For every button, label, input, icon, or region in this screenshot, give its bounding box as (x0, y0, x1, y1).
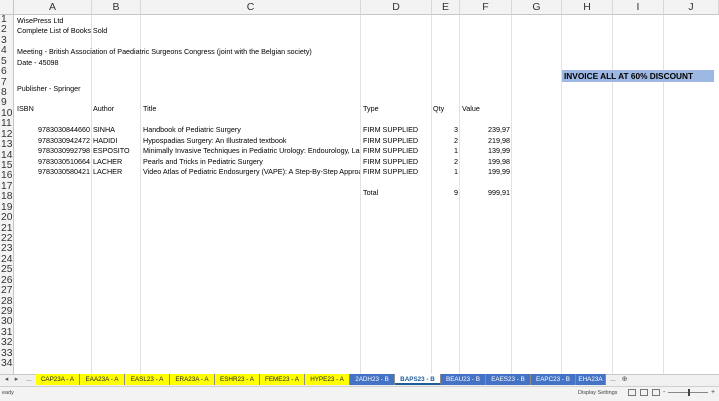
book-value: 219,98 (488, 135, 510, 145)
row-header-20[interactable]: 20 (0, 212, 14, 223)
book-type: FIRM SUPPLIED (363, 167, 419, 176)
column-header-b[interactable]: B (92, 0, 141, 15)
book-title: Hypospadias Surgery: An Illustrated text… (143, 135, 287, 145)
page-break-view-icon[interactable] (652, 389, 660, 396)
book-value: 139,99 (488, 146, 510, 156)
prev-sheet-button[interactable]: ◂ (2, 374, 11, 386)
book-qty: 2 (454, 156, 458, 166)
select-all-corner[interactable] (0, 0, 14, 15)
row-header-6[interactable]: 6 (0, 66, 14, 77)
author-header: Author (93, 104, 115, 114)
book-isbn: 9783030510664 (38, 156, 90, 166)
column-header-h[interactable]: H (562, 0, 613, 15)
column-header-j[interactable]: J (664, 0, 719, 15)
sheet-tab[interactable]: FEME23 - A (260, 374, 305, 385)
zoom-slider-thumb[interactable] (688, 389, 690, 396)
zoom-in-button[interactable]: + (711, 386, 715, 400)
row-header-34[interactable]: 34 (0, 358, 14, 369)
column-header-c[interactable]: C (141, 0, 361, 15)
title-header: Title (143, 104, 157, 114)
total-value: 999,91 (488, 187, 510, 197)
book-qty: 1 (454, 146, 458, 156)
book-author: ESPOSITO (93, 146, 130, 156)
book-type: FIRM SUPPLIED (363, 146, 419, 156)
sheet-tab[interactable]: ESHR23 - A (215, 374, 260, 385)
book-type: FIRM SUPPLIED (363, 125, 419, 135)
add-sheet-button[interactable]: ⊕ (620, 374, 629, 386)
sheet-tab[interactable]: EAA23A - A (80, 374, 125, 385)
book-author: LACHER (93, 156, 123, 166)
sheet-tab[interactable]: EAPC23 - B (531, 374, 576, 385)
book-isbn: 9783030580421 (38, 167, 90, 176)
meeting-date: Date - 45098 (17, 57, 59, 67)
next-sheet-button[interactable]: ▸ (12, 374, 21, 386)
book-qty: 3 (454, 125, 458, 135)
column-header-e[interactable]: E (432, 0, 460, 15)
gridline (511, 15, 512, 380)
type-header: Type (363, 104, 379, 114)
book-author: HADIDI (93, 135, 118, 145)
discount-banner: INVOICE ALL AT 60% DISCOUNT (562, 70, 714, 82)
book-isbn: 9783030992798 (38, 146, 90, 156)
book-type: FIRM SUPPLIED (363, 156, 419, 166)
book-title: Handbook of Pediatric Surgery (143, 125, 241, 135)
total-qty: 9 (454, 187, 458, 197)
book-value: 199,98 (488, 156, 510, 166)
meeting-name: Meeting - British Association of Paediat… (17, 47, 312, 57)
zoom-out-button[interactable]: - (663, 386, 665, 400)
more-sheets-right-button[interactable]: ... (607, 374, 619, 386)
column-header-d[interactable]: D (361, 0, 432, 15)
sheet-tab[interactable]: ERA23A - A (170, 374, 215, 385)
column-header-f[interactable]: F (460, 0, 512, 15)
book-title: Minimally Invasive Techniques in Pediatr… (143, 146, 360, 156)
display-settings-button[interactable]: Display Settings (578, 386, 617, 400)
gridline (140, 15, 141, 380)
book-title: Pearls and Tricks in Pediatric Surgery (143, 156, 263, 166)
book-author: LACHER (93, 167, 123, 176)
more-sheets-left-button[interactable]: ... (23, 374, 35, 386)
book-isbn: 9783030844660 (38, 125, 90, 135)
sheet-tab[interactable]: HYPE23 - A (305, 374, 350, 385)
book-qty: 2 (454, 135, 458, 145)
page-layout-view-icon[interactable] (640, 389, 648, 396)
sheet-tab[interactable]: BEAU23 - B (441, 374, 486, 385)
column-header-i[interactable]: I (613, 0, 664, 15)
sheet-tab[interactable]: EASL23 - A (125, 374, 170, 385)
sheet-tab[interactable]: EHA23A (576, 374, 606, 385)
gridline (91, 15, 92, 380)
book-author: SINHA (93, 125, 115, 135)
sheet-tab[interactable]: EAES23 - B (486, 374, 531, 385)
row-header-13[interactable]: 13 (0, 139, 14, 150)
gridline (360, 15, 361, 380)
ready-status: eady (2, 390, 14, 396)
isbn-header: ISBN (17, 104, 34, 114)
total-label: Total (363, 187, 379, 197)
book-title: Video Atlas of Pediatric Endosurgery (VA… (143, 167, 360, 176)
book-value: 239,97 (488, 125, 510, 135)
sheet-tab-active[interactable]: BAPS23 - B (395, 374, 441, 385)
list-title: Complete List of Books Sold (17, 26, 108, 36)
column-header-a[interactable]: A (14, 0, 92, 15)
sheet-tab[interactable]: CAP23A - A (36, 374, 80, 385)
sheet-tab[interactable]: 2ADH23 - B (350, 374, 395, 385)
book-value: 199,99 (488, 167, 510, 176)
column-header-g[interactable]: G (512, 0, 562, 15)
book-isbn: 9783030942472 (38, 135, 90, 145)
qty-header: Qty (433, 104, 445, 114)
book-type: FIRM SUPPLIED (363, 135, 419, 145)
company-name: WisePress Ltd (17, 16, 64, 25)
value-header: Value (462, 104, 480, 114)
normal-view-icon[interactable] (628, 389, 636, 396)
book-qty: 1 (454, 167, 458, 176)
spreadsheet-grid: A B C D E F G H I J 1 2 3 4 5 6 7 8 9 10 11 12 13 14 1… (0, 0, 719, 380)
publisher-name: Publisher - Springer (17, 83, 81, 93)
